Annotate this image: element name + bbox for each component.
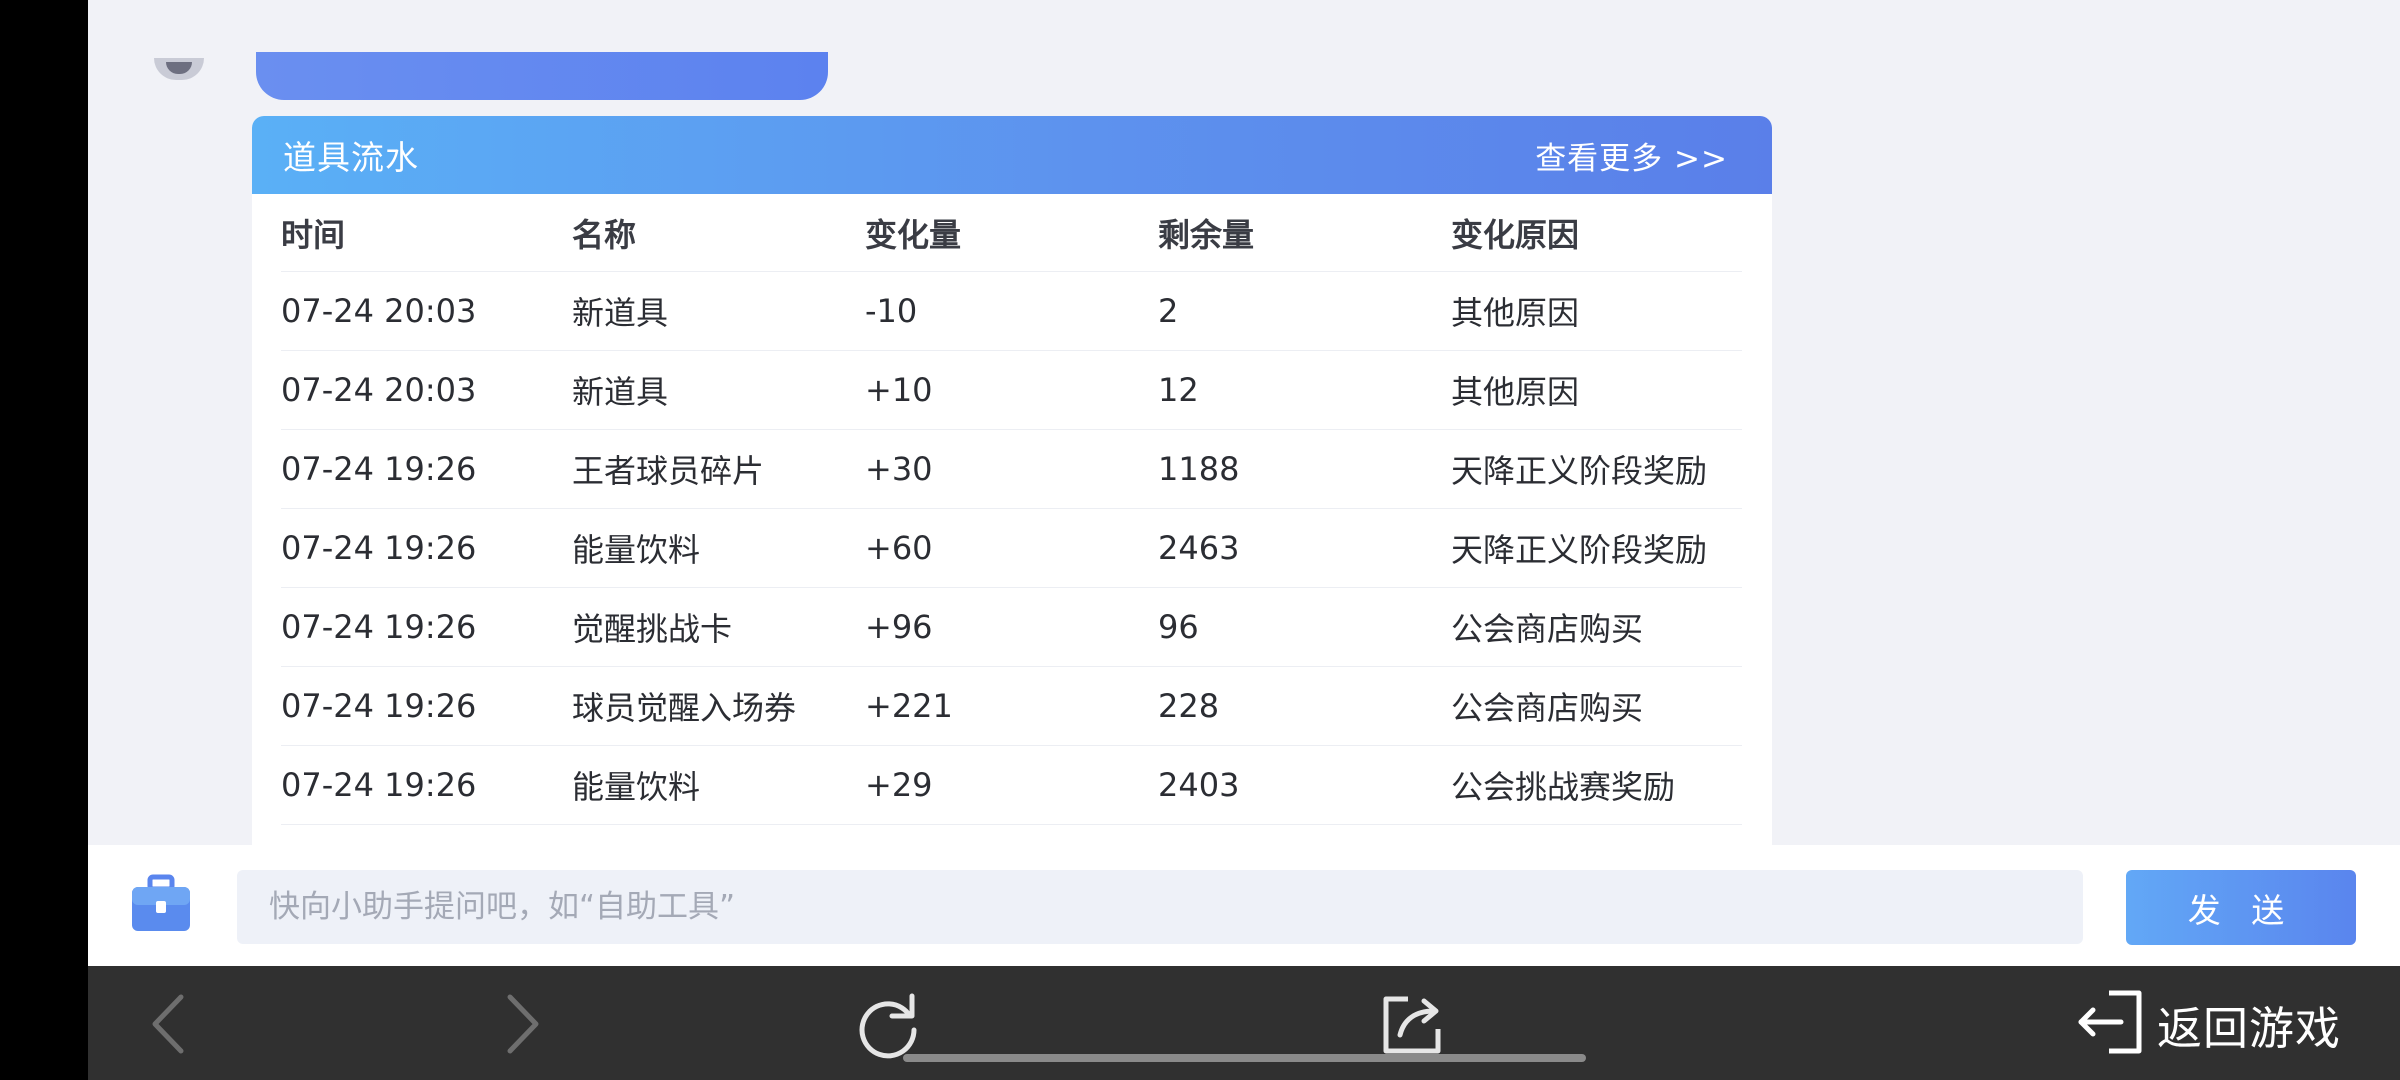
previous-message-bubble: [256, 52, 828, 100]
browser-nav-bar: 返回游戏: [88, 966, 2400, 1080]
toolbox-icon[interactable]: [130, 873, 192, 935]
cell-remaining: 2: [1158, 292, 1179, 330]
header-reason: 变化原因: [1451, 215, 1580, 254]
cell-change: +30: [865, 450, 933, 488]
cell-reason: 天降正义阶段奖励: [1451, 531, 1708, 569]
cell-reason: 公会商店购买: [1451, 689, 1644, 727]
table-row: 07-24 19:26 能量饮料 +29 2403 公会挑战赛奖励: [281, 746, 1742, 825]
table-row: 07-24 19:26 能量饮料 +60 2463 天降正义阶段奖励: [281, 509, 1742, 588]
cell-time: 07-24 19:26: [281, 529, 477, 567]
return-game-label: 返回游戏: [2157, 1001, 2342, 1055]
chevron-right-icon[interactable]: [483, 984, 563, 1064]
cell-reason: 公会商店购买: [1451, 610, 1644, 648]
input-bar: 发 送: [88, 845, 2400, 966]
header-time: 时间: [281, 215, 346, 254]
cell-time: 07-24 19:26: [281, 766, 477, 804]
chevron-left-icon[interactable]: [128, 984, 208, 1064]
cell-time: 07-24 19:26: [281, 608, 477, 646]
refresh-icon[interactable]: [848, 984, 928, 1064]
cell-remaining: 12: [1158, 371, 1199, 409]
cell-name: 能量饮料: [572, 531, 701, 569]
table-row: 07-24 20:03 新道具 -10 2 其他原因: [281, 272, 1742, 351]
cell-name: 觉醒挑战卡: [572, 610, 733, 648]
exit-icon: [2073, 989, 2145, 1059]
cell-time: 07-24 20:03: [281, 292, 477, 330]
cell-remaining: 1188: [1158, 450, 1240, 488]
cell-reason: 其他原因: [1451, 294, 1580, 332]
header-change: 变化量: [865, 215, 962, 254]
chat-area[interactable]: 道具流水 查看更多 >> 时间 名称 变化量 剩余量 变化原因 07-24 20…: [88, 0, 2400, 845]
cell-change: +10: [865, 371, 933, 409]
left-black-strip: [0, 0, 88, 1080]
cell-reason: 天降正义阶段奖励: [1451, 452, 1708, 490]
send-button[interactable]: 发 送: [2126, 870, 2356, 945]
table-row: 07-24 19:26 球员觉醒入场券 +221 228 公会商店购买: [281, 667, 1742, 746]
cell-remaining: 228: [1158, 687, 1220, 725]
home-indicator[interactable]: [903, 1054, 1586, 1062]
card-title: 道具流水: [283, 138, 419, 177]
cell-remaining: 96: [1158, 608, 1199, 646]
share-icon[interactable]: [1373, 984, 1453, 1064]
cell-name: 新道具: [572, 373, 669, 411]
view-more-link[interactable]: 查看更多 >>: [1535, 133, 1728, 178]
table-row: 07-24 19:26 觉醒挑战卡 +96 96 公会商店购买: [281, 588, 1742, 667]
cell-change: +96: [865, 608, 933, 646]
table-row: 07-24 20:03 新道具 +10 12 其他原因: [281, 351, 1742, 430]
cell-change: +221: [865, 687, 953, 725]
table-row: 07-24 19:26 王者球员碎片 +30 1188 天降正义阶段奖励: [281, 430, 1742, 509]
cell-name: 能量饮料: [572, 768, 701, 806]
cell-change: +60: [865, 529, 933, 567]
card-header: 道具流水 查看更多 >>: [252, 116, 1772, 194]
question-input[interactable]: [237, 870, 2083, 944]
cell-change: +29: [865, 766, 933, 804]
cell-remaining: 2403: [1158, 766, 1240, 804]
cell-time: 07-24 20:03: [281, 371, 477, 409]
table-header-row: 时间 名称 变化量 剩余量 变化原因: [281, 194, 1742, 272]
cell-reason: 其他原因: [1451, 373, 1580, 411]
cell-time: 07-24 19:26: [281, 450, 477, 488]
item-log-table: 时间 名称 变化量 剩余量 变化原因 07-24 20:03 新道具 -10 2…: [252, 194, 1772, 825]
cell-time: 07-24 19:26: [281, 687, 477, 725]
header-remaining: 剩余量: [1158, 215, 1255, 254]
item-log-card: 道具流水 查看更多 >> 时间 名称 变化量 剩余量 变化原因 07-24 20…: [252, 116, 1772, 845]
cell-remaining: 2463: [1158, 529, 1240, 567]
cell-name: 王者球员碎片: [572, 452, 765, 490]
avatar: [154, 58, 204, 80]
cell-change: -10: [865, 292, 918, 330]
cell-name: 球员觉醒入场券: [572, 689, 797, 727]
return-to-game-button[interactable]: 返回游戏: [2073, 984, 2341, 1064]
cell-name: 新道具: [572, 294, 669, 332]
cell-reason: 公会挑战赛奖励: [1451, 768, 1676, 806]
header-name: 名称: [572, 215, 637, 254]
